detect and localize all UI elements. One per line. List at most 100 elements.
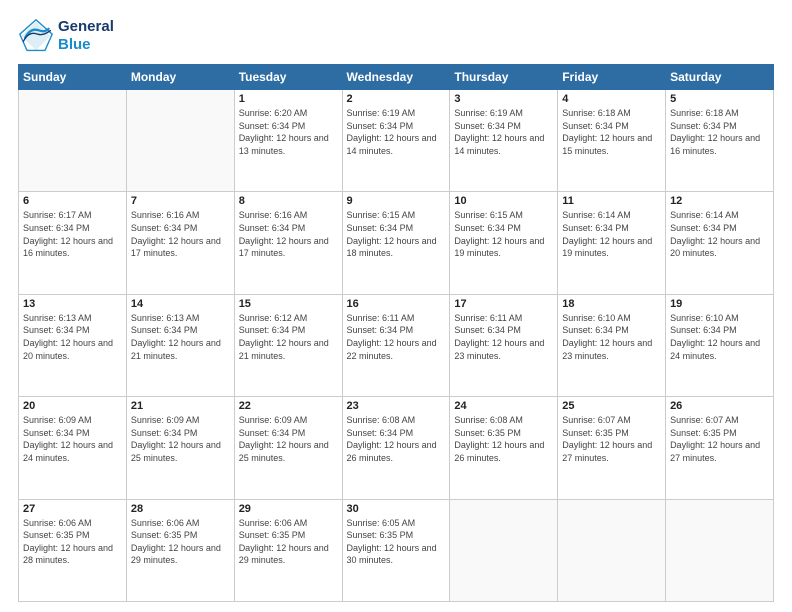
day-number: 23 [347,400,446,412]
day-info: Sunrise: 6:11 AM Sunset: 6:34 PM Dayligh… [454,312,553,362]
calendar-day-cell: 18 Sunrise: 6:10 AM Sunset: 6:34 PM Dayli… [558,294,666,396]
day-info: Sunrise: 6:10 AM Sunset: 6:34 PM Dayligh… [562,312,661,362]
day-info: Sunrise: 6:14 AM Sunset: 6:34 PM Dayligh… [670,209,769,259]
day-number: 18 [562,298,661,310]
day-number: 22 [239,400,338,412]
calendar-header-cell: Wednesday [342,65,450,90]
day-number: 9 [347,195,446,207]
calendar-day-cell [666,499,774,601]
day-number: 3 [454,93,553,105]
day-number: 20 [23,400,122,412]
day-number: 6 [23,195,122,207]
day-info: Sunrise: 6:07 AM Sunset: 6:35 PM Dayligh… [562,414,661,464]
day-info: Sunrise: 6:13 AM Sunset: 6:34 PM Dayligh… [23,312,122,362]
calendar-header-cell: Sunday [19,65,127,90]
day-info: Sunrise: 6:19 AM Sunset: 6:34 PM Dayligh… [347,107,446,157]
day-number: 24 [454,400,553,412]
day-number: 11 [562,195,661,207]
day-number: 19 [670,298,769,310]
day-number: 16 [347,298,446,310]
day-info: Sunrise: 6:08 AM Sunset: 6:34 PM Dayligh… [347,414,446,464]
day-info: Sunrise: 6:16 AM Sunset: 6:34 PM Dayligh… [239,209,338,259]
calendar-day-cell: 17Sunrise: 6:11 AM Sunset: 6:34 PM Dayli… [450,294,558,396]
day-number: 5 [670,93,769,105]
calendar-header-cell: Saturday [666,65,774,90]
calendar-day-cell: 12Sunrise: 6:14 AM Sunset: 6:34 PM Dayli… [666,192,774,294]
day-info: Sunrise: 6:05 AM Sunset: 6:35 PM Dayligh… [347,517,446,567]
page: General Blue SundayMondayTuesdayWednesda… [0,0,792,612]
day-info: Sunrise: 6:13 AM Sunset: 6:34 PM Dayligh… [131,312,230,362]
logo: General Blue [18,18,114,54]
calendar-day-cell: 14 Sunrise: 6:13 AM Sunset: 6:34 PM Dayli… [126,294,234,396]
day-number: 29 [239,503,338,515]
calendar-week-row: 1 Sunrise: 6:20 AM Sunset: 6:34 PM Daylig… [19,90,774,192]
calendar-day-cell [450,499,558,601]
calendar-day-cell: 6 Sunrise: 6:17 AM Sunset: 6:34 PM Daylig… [19,192,127,294]
day-info: Sunrise: 6:20 AM Sunset: 6:34 PM Dayligh… [239,107,338,157]
day-info: Sunrise: 6:16 AM Sunset: 6:34 PM Dayligh… [131,209,230,259]
calendar-day-cell: 28Sunrise: 6:06 AM Sunset: 6:35 PM Dayli… [126,499,234,601]
day-info: Sunrise: 6:09 AM Sunset: 6:34 PM Dayligh… [23,414,122,464]
calendar-week-row: 27 Sunrise: 6:06 AM Sunset: 6:35 PM Dayli… [19,499,774,601]
calendar-day-cell [19,90,127,192]
calendar-header-cell: Thursday [450,65,558,90]
calendar-header-cell: Monday [126,65,234,90]
calendar-day-cell: 19 Sunrise: 6:10 AM Sunset: 6:34 PM Dayli… [666,294,774,396]
day-info: Sunrise: 6:06 AM Sunset: 6:35 PM Dayligh… [239,517,338,567]
day-number: 30 [347,503,446,515]
calendar-week-row: 6 Sunrise: 6:17 AM Sunset: 6:34 PM Daylig… [19,192,774,294]
calendar-day-cell: 15 Sunrise: 6:12 AM Sunset: 6:34 PM Dayli… [234,294,342,396]
day-number: 14 [131,298,230,310]
calendar-day-cell: 13Sunrise: 6:13 AM Sunset: 6:34 PM Dayli… [19,294,127,396]
day-info: Sunrise: 6:08 AM Sunset: 6:35 PM Dayligh… [454,414,553,464]
day-info: Sunrise: 6:18 AM Sunset: 6:34 PM Dayligh… [562,107,661,157]
day-number: 25 [562,400,661,412]
calendar-day-cell: 22Sunrise: 6:09 AM Sunset: 6:34 PM Dayli… [234,397,342,499]
day-number: 8 [239,195,338,207]
day-info: Sunrise: 6:06 AM Sunset: 6:35 PM Dayligh… [23,517,122,567]
calendar-day-cell: 10 Sunrise: 6:15 AM Sunset: 6:34 PM Dayli… [450,192,558,294]
calendar-body: 1 Sunrise: 6:20 AM Sunset: 6:34 PM Daylig… [19,90,774,602]
header: General Blue [18,18,774,54]
day-number: 27 [23,503,122,515]
day-number: 15 [239,298,338,310]
day-info: Sunrise: 6:17 AM Sunset: 6:34 PM Dayligh… [23,209,122,259]
calendar-day-cell: 25 Sunrise: 6:07 AM Sunset: 6:35 PM Dayli… [558,397,666,499]
calendar-day-cell: 20 Sunrise: 6:09 AM Sunset: 6:34 PM Dayli… [19,397,127,499]
day-number: 28 [131,503,230,515]
calendar-day-cell: 27 Sunrise: 6:06 AM Sunset: 6:35 PM Dayli… [19,499,127,601]
calendar-table: SundayMondayTuesdayWednesdayThursdayFrid… [18,64,774,602]
calendar-day-cell: 5 Sunrise: 6:18 AM Sunset: 6:34 PM Daylig… [666,90,774,192]
day-info: Sunrise: 6:15 AM Sunset: 6:34 PM Dayligh… [454,209,553,259]
calendar-day-cell: 24 Sunrise: 6:08 AM Sunset: 6:35 PM Dayli… [450,397,558,499]
calendar-day-cell: 4 Sunrise: 6:18 AM Sunset: 6:34 PM Daylig… [558,90,666,192]
day-info: Sunrise: 6:14 AM Sunset: 6:34 PM Dayligh… [562,209,661,259]
day-info: Sunrise: 6:07 AM Sunset: 6:35 PM Dayligh… [670,414,769,464]
calendar-day-cell: 3 Sunrise: 6:19 AM Sunset: 6:34 PM Daylig… [450,90,558,192]
calendar-day-cell: 8 Sunrise: 6:16 AM Sunset: 6:34 PM Daylig… [234,192,342,294]
day-info: Sunrise: 6:10 AM Sunset: 6:34 PM Dayligh… [670,312,769,362]
calendar-day-cell: 26 Sunrise: 6:07 AM Sunset: 6:35 PM Dayli… [666,397,774,499]
day-info: Sunrise: 6:12 AM Sunset: 6:34 PM Dayligh… [239,312,338,362]
calendar-day-cell: 1 Sunrise: 6:20 AM Sunset: 6:34 PM Daylig… [234,90,342,192]
day-number: 26 [670,400,769,412]
calendar-day-cell: 29 Sunrise: 6:06 AM Sunset: 6:35 PM Dayli… [234,499,342,601]
day-info: Sunrise: 6:18 AM Sunset: 6:34 PM Dayligh… [670,107,769,157]
calendar-header-cell: Friday [558,65,666,90]
day-number: 7 [131,195,230,207]
calendar-header-row: SundayMondayTuesdayWednesdayThursdayFrid… [19,65,774,90]
calendar-day-cell: 23 Sunrise: 6:08 AM Sunset: 6:34 PM Dayli… [342,397,450,499]
day-info: Sunrise: 6:19 AM Sunset: 6:34 PM Dayligh… [454,107,553,157]
calendar-day-cell: 11 Sunrise: 6:14 AM Sunset: 6:34 PM Dayli… [558,192,666,294]
day-number: 1 [239,93,338,105]
calendar-day-cell: 9 Sunrise: 6:15 AM Sunset: 6:34 PM Daylig… [342,192,450,294]
day-number: 21 [131,400,230,412]
calendar-week-row: 13Sunrise: 6:13 AM Sunset: 6:34 PM Dayli… [19,294,774,396]
day-number: 10 [454,195,553,207]
day-info: Sunrise: 6:11 AM Sunset: 6:34 PM Dayligh… [347,312,446,362]
day-info: Sunrise: 6:15 AM Sunset: 6:34 PM Dayligh… [347,209,446,259]
day-number: 4 [562,93,661,105]
calendar-header-cell: Tuesday [234,65,342,90]
logo-text: General Blue [58,18,114,54]
day-info: Sunrise: 6:09 AM Sunset: 6:34 PM Dayligh… [131,414,230,464]
